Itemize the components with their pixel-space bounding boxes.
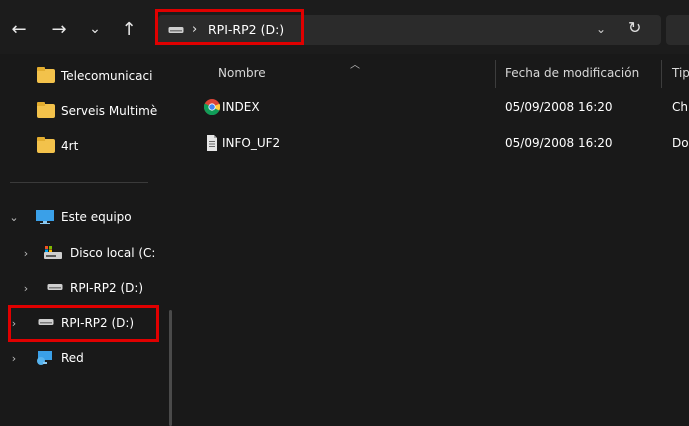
file-name: INDEX (222, 100, 260, 114)
recent-locations-button[interactable]: ⌄ (82, 16, 108, 42)
sidebar-item-label: Serveis Multimè (61, 104, 158, 118)
table-row[interactable]: INDEX 05/09/2008 16:20 Ch (178, 94, 689, 122)
sidebar-scrollbar[interactable] (169, 310, 172, 426)
sidebar-item-rpi-rp2-d[interactable]: › RPI-RP2 (D:) (0, 308, 170, 338)
column-divider[interactable] (661, 60, 662, 88)
text-document-icon (207, 135, 217, 151)
chevron-right-icon[interactable]: › (20, 247, 32, 260)
file-type: Do (672, 136, 689, 150)
sidebar-item-label: Red (61, 351, 84, 365)
table-row[interactable]: INFO_UF2 05/09/2008 16:20 Do (178, 130, 689, 158)
column-header-date[interactable]: Fecha de modificación (505, 66, 639, 80)
folder-icon (37, 137, 55, 153)
sidebar-item-disco-local-c[interactable]: › Disco local (C: (0, 238, 170, 268)
sidebar-item-este-equipo[interactable]: ⌄ Este equipo (0, 202, 170, 232)
address-dropdown-icon[interactable]: ⌄ (596, 22, 606, 36)
sidebar-item-label: Disco local (C: (70, 246, 156, 260)
folder-icon (37, 67, 55, 83)
up-button[interactable]: ↑ (116, 16, 142, 42)
sidebar-item-4rt[interactable]: 4rt (0, 131, 170, 161)
sidebar-item-label: RPI-RP2 (D:) (70, 281, 144, 295)
file-list: ︿ Nombre Fecha de modificación Tip INDEX… (178, 54, 689, 376)
column-header-name[interactable]: Nombre (218, 66, 266, 80)
computer-icon (36, 210, 54, 224)
arrow-left-icon: ← (11, 18, 27, 40)
breadcrumb-drive[interactable]: RPI-RP2 (D:) (208, 22, 284, 37)
sort-ascending-icon: ︿ (350, 60, 360, 71)
file-date: 05/09/2008 16:20 (505, 136, 613, 150)
sidebar-item-label: RPI-RP2 (D:) (61, 316, 135, 330)
sidebar-item-rpi-rp2-d-child[interactable]: › RPI-RP2 (D:) (0, 273, 170, 303)
sidebar-item-red[interactable]: › Red (0, 343, 170, 373)
sidebar-divider (10, 182, 148, 183)
sidebar-item-label: Este equipo (61, 210, 132, 224)
drive-icon (168, 27, 184, 33)
forward-button[interactable]: → (46, 16, 72, 42)
toolbar: ← → ⌄ ↑ › RPI-RP2 (D:) ⌄ ↻ (0, 0, 689, 54)
sidebar-item-label: Telecomunicaci (61, 69, 153, 83)
network-icon (37, 351, 52, 365)
sidebar-item-serveis-multimedia[interactable]: Serveis Multimè (0, 96, 170, 126)
back-button[interactable]: ← (6, 16, 32, 42)
breadcrumb-separator: › (192, 22, 198, 37)
chevron-right-icon[interactable]: › (8, 317, 20, 330)
folder-icon (37, 102, 55, 118)
chevron-down-icon[interactable]: ⌄ (8, 211, 20, 224)
file-name: INFO_UF2 (222, 136, 281, 150)
sidebar-item-label: 4rt (61, 139, 79, 153)
chevron-right-icon[interactable]: › (8, 352, 20, 365)
sidebar-item-telecomunicacions[interactable]: Telecomunicaci (0, 61, 170, 91)
arrow-up-icon: ↑ (121, 18, 137, 40)
local-disk-icon (44, 246, 62, 259)
chrome-icon (204, 99, 220, 115)
column-divider[interactable] (495, 60, 496, 88)
navigation-pane: Telecomunicaci Serveis Multimè 4rt ⌄ Est… (0, 54, 178, 426)
file-date: 05/09/2008 16:20 (505, 100, 613, 114)
chevron-down-icon: ⌄ (89, 21, 101, 37)
column-header-type[interactable]: Tip (672, 66, 689, 80)
chevron-right-icon[interactable]: › (20, 282, 32, 295)
address-bar[interactable]: › RPI-RP2 (D:) ⌄ ↻ (158, 15, 661, 45)
drive-icon (47, 284, 63, 290)
refresh-icon[interactable]: ↻ (628, 18, 641, 37)
arrow-right-icon: → (51, 18, 67, 40)
file-type: Ch (672, 100, 688, 114)
search-input[interactable] (666, 15, 689, 45)
drive-icon (38, 319, 54, 325)
